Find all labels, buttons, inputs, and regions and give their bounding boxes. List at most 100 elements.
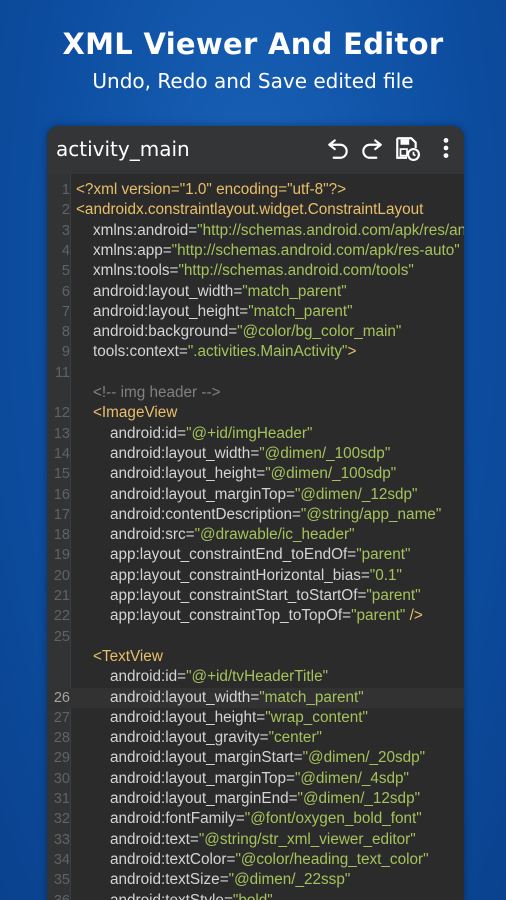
code-line[interactable]: 9 tools:context=".activities.MainActivit…	[47, 342, 464, 362]
code-line[interactable]: 2 <androidx.constraintlayout.widget.Const…	[47, 200, 464, 220]
code-line[interactable]: 18 android:src="@drawable/ic_header"	[47, 525, 464, 545]
undo-button[interactable]	[323, 135, 353, 165]
line-number: 1	[61, 182, 70, 198]
code-text: <androidx.constraintlayout.widget.Constr…	[76, 200, 423, 220]
code-text: <!-- img header -->	[76, 383, 221, 403]
code-editor[interactable]: 1 <?xml version="1.0" encoding="utf-8"?> 2…	[47, 174, 464, 900]
code-text: xmlns:android="http://schemas.android.co…	[76, 221, 464, 241]
code-line[interactable]: android:id="@+id/tvHeaderTitle"	[47, 667, 464, 687]
code-line[interactable]: 28 android:layout_gravity="center"	[47, 728, 464, 748]
code-line[interactable]: 7 android:layout_height="match_parent"	[47, 302, 464, 322]
code-line[interactable]: <TextView	[47, 647, 464, 667]
code-token: android:fontFamily=	[76, 810, 245, 828]
code-line[interactable]: 8 android:background="@color/bg_color_ma…	[47, 322, 464, 342]
line-number: 13	[53, 425, 70, 442]
code-line[interactable]: 4 xmlns:app="http://schemas.android.com/…	[47, 241, 464, 261]
code-text: <TextView	[76, 647, 163, 667]
code-line[interactable]: 14 android:layout_width="@dimen/_100sdp"	[47, 444, 464, 464]
code-text: android:id="@+id/tvHeaderTitle"	[76, 667, 328, 687]
code-line[interactable]: <!-- img header -->	[47, 383, 464, 403]
code-line[interactable]: 16 android:layout_marginTop="@dimen/_12s…	[47, 485, 464, 505]
line-number: 9	[61, 344, 70, 361]
code-token: "wrap_content"	[265, 708, 368, 726]
code-token: "0.1"	[369, 566, 402, 584]
code-line[interactable]: 32 android:fontFamily="@font/oxygen_bold…	[47, 809, 464, 829]
code-line[interactable]: 5 xmlns:tools="http://schemas.android.co…	[47, 261, 464, 281]
redo-icon	[359, 135, 385, 166]
code-token: "@color/heading_text_color"	[235, 850, 429, 868]
code-line[interactable]: 26 android:layout_width="match_parent"	[47, 687, 464, 708]
line-number: 6	[61, 283, 70, 300]
app-window: activity_main 1 <?xml version="1.0" encod…	[47, 126, 464, 900]
code-line[interactable]: 29 android:layout_marginStart="@dimen/_2…	[47, 748, 464, 768]
code-token: "match_parent"	[242, 282, 347, 300]
code-text: android:layout_height="@dimen/_100sdp"	[76, 464, 396, 484]
code-text: android:layout_width="@dimen/_100sdp"	[76, 444, 390, 464]
code-text: android:layout_gravity="center"	[76, 728, 322, 748]
file-title: activity_main	[56, 137, 190, 161]
line-number: 34	[53, 851, 70, 868]
code-line[interactable]: 20 app:layout_constraintHorizontal_bias=…	[47, 566, 464, 586]
code-token: xmlns:android=	[76, 221, 198, 239]
code-text: xmlns:app="http://schemas.android.com/ap…	[76, 241, 460, 261]
code-token: android:layout_height=	[76, 465, 266, 483]
code-token: "@dimen/_12sdp"	[294, 485, 418, 503]
line-number: 7	[61, 303, 70, 320]
code-text: android:text="@string/str_xml_viewer_edi…	[76, 830, 416, 850]
code-token: "match_parent"	[259, 688, 364, 706]
code-token: >	[347, 343, 357, 361]
code-text: android:layout_marginTop="@dimen/_12sdp"	[76, 485, 417, 505]
code-line[interactable]: 31 android:layout_marginEnd="@dimen/_12s…	[47, 789, 464, 809]
code-line[interactable]: 30 android:layout_marginTop="@dimen/_4sd…	[47, 769, 464, 789]
line-number: 17	[53, 506, 70, 523]
code-text: android:layout_height="match_parent"	[76, 302, 353, 322]
code-line[interactable]: 34 android:textColor="@color/heading_tex…	[47, 850, 464, 870]
code-line[interactable]: 33 android:text="@string/str_xml_viewer_…	[47, 830, 464, 850]
code-text: android:layout_marginTop="@dimen/_4sdp"	[76, 769, 409, 789]
code-line[interactable]: 19 app:layout_constraintEnd_toEndOf="par…	[47, 545, 464, 565]
code-line[interactable]: 1 <?xml version="1.0" encoding="utf-8"?>	[47, 180, 464, 200]
save-button[interactable]	[392, 135, 422, 165]
code-text: <?xml version="1.0" encoding="utf-8"?>	[76, 180, 346, 200]
code-line[interactable]: 36 android:textStyle="bold"	[47, 891, 464, 900]
code-token: android:textStyle=	[76, 891, 233, 900]
redo-button[interactable]	[357, 135, 387, 165]
line-number: 15	[53, 466, 70, 483]
line-number: 25	[53, 628, 70, 645]
code-line[interactable]: 12 <ImageView	[47, 403, 464, 423]
code-text: tools:context=".activities.MainActivity"…	[76, 342, 356, 362]
code-token: "http://schemas.android.com/tools"	[178, 262, 414, 280]
more-vert-icon	[433, 135, 459, 166]
code-text: android:src="@drawable/ic_header"	[76, 525, 355, 545]
line-number: 28	[53, 730, 70, 747]
code-token: "@font/oxygen_bold_font"	[244, 810, 422, 828]
more-options-button[interactable]	[431, 135, 461, 165]
code-line[interactable]: 15 android:layout_height="@dimen/_100sdp…	[47, 464, 464, 484]
code-token: "@dimen/_4sdp"	[294, 769, 409, 787]
line-number: 19	[53, 547, 70, 564]
code-text: android:fontFamily="@font/oxygen_bold_fo…	[76, 809, 422, 829]
code-line[interactable]: 27 android:layout_height="wrap_content"	[47, 708, 464, 728]
code-token: <?xml version="1.0" encoding="utf-8"?>	[76, 181, 347, 198]
line-number: 20	[53, 567, 70, 584]
code-line[interactable]: 25	[47, 627, 464, 647]
line-number: 4	[61, 242, 70, 259]
code-line[interactable]: 3 xmlns:android="http://schemas.android.…	[47, 221, 464, 241]
code-token: android:text=	[76, 830, 199, 848]
code-line[interactable]: 35 android:textSize="@dimen/_22ssp"	[47, 870, 464, 890]
code-line[interactable]: 13 android:id="@+id/imgHeader"	[47, 424, 464, 444]
code-line[interactable]: 21 app:layout_constraintStart_toStartOf=…	[47, 586, 464, 606]
code-token: "http://schemas.android.com/apk/res-auto…	[171, 241, 460, 259]
code-text: android:background="@color/bg_color_main…	[76, 322, 401, 342]
code-line[interactable]: 22 app:layout_constraintTop_toTopOf="par…	[47, 606, 464, 626]
code-line[interactable]: 11	[47, 363, 464, 383]
code-token: <ImageView	[76, 404, 178, 422]
code-token: <androidx.constraintlayout.widget.Constr…	[76, 201, 424, 219]
code-token: app:layout_constraintEnd_toEndOf=	[76, 546, 357, 564]
code-token: tools:context=	[76, 343, 188, 361]
code-token: android:layout_width=	[76, 282, 243, 300]
code-text: android:textColor="@color/heading_text_c…	[76, 850, 429, 870]
code-line[interactable]: 17 android:contentDescription="@string/a…	[47, 505, 464, 525]
code-line[interactable]: 6 android:layout_width="match_parent"	[47, 282, 464, 302]
line-number: 31	[53, 791, 70, 807]
